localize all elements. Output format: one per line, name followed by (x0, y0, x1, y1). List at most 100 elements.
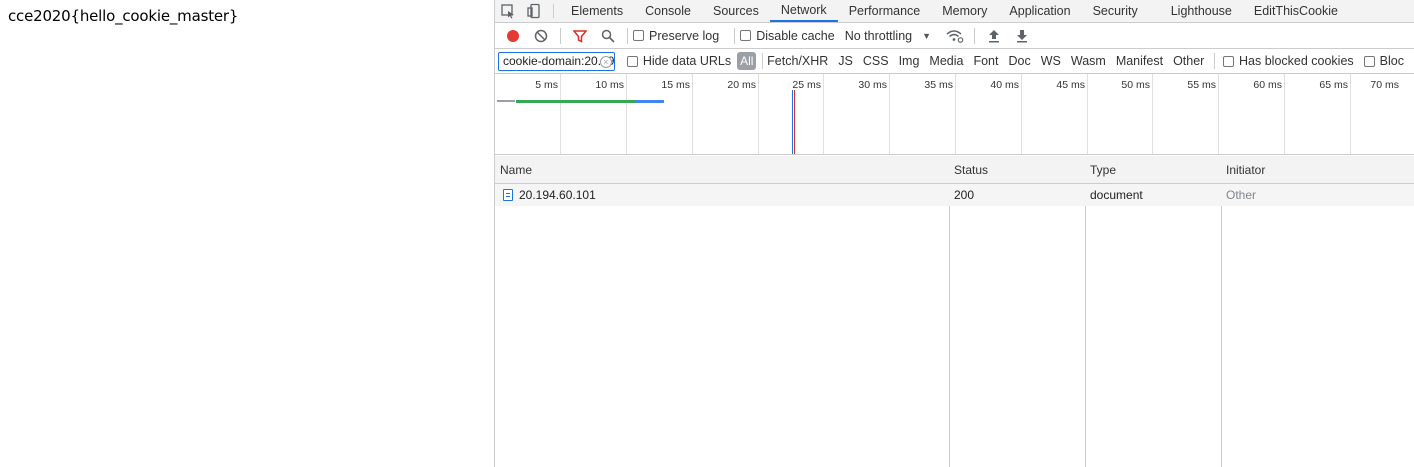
filter-type-manifest[interactable]: Manifest (1116, 54, 1163, 68)
tab-console[interactable]: Console (634, 0, 702, 22)
has-blocked-cookies-label: Has blocked cookies (1239, 54, 1354, 68)
filter-input-value: cookie-domain:20.194.60.101 (503, 54, 614, 68)
tab-editthiscookie[interactable]: EditThisCookie (1243, 0, 1349, 22)
timeline-tick-label: 45 ms (1056, 79, 1085, 91)
filter-toggle-button[interactable] (566, 25, 594, 47)
clear-icon (534, 29, 548, 42)
timeline-tick-label: 25 ms (792, 79, 821, 91)
filter-type-ws[interactable]: WS (1041, 54, 1061, 68)
tab-lighthouse[interactable]: Lighthouse (1160, 0, 1243, 22)
timeline-tick-label: 15 ms (661, 79, 690, 91)
filter-type-css[interactable]: CSS (863, 54, 889, 68)
filter-type-other[interactable]: Other (1173, 54, 1204, 68)
tab-sources[interactable]: Sources (702, 0, 770, 22)
filter-type-font[interactable]: Font (973, 54, 998, 68)
timeline-tick-label: 20 ms (727, 79, 756, 91)
timeline-tick-label: 35 ms (924, 79, 953, 91)
toolbar-separator (560, 27, 561, 44)
network-toolbar: Preserve log Disable cache No throttling… (495, 23, 1414, 49)
filter-input[interactable]: cookie-domain:20.194.60.101 × (498, 51, 615, 71)
flag-text: cce2020{hello_cookie_master} (8, 7, 239, 25)
devtools-panel: Elements Console Sources Network Perform… (494, 0, 1414, 467)
inspect-element-icon[interactable] (495, 0, 521, 22)
timeline-tick-label: 70 ms (1370, 79, 1399, 91)
disable-cache-label: Disable cache (756, 28, 835, 43)
column-header-initiator[interactable]: Initiator (1221, 156, 1265, 184)
tab-application[interactable]: Application (998, 0, 1081, 22)
preserve-log-label: Preserve log (649, 28, 720, 43)
toolbar-separator (734, 27, 736, 44)
has-blocked-cookies-checkbox[interactable]: Has blocked cookies (1223, 54, 1354, 68)
tab-network[interactable]: Network (769, 0, 838, 22)
import-har-button[interactable] (980, 25, 1008, 47)
timeline-dcl-marker (792, 90, 793, 154)
filter-type-fetch-xhr[interactable]: Fetch/XHR (767, 54, 828, 68)
checkbox-box[interactable] (1223, 55, 1235, 67)
tabbar-separator (553, 4, 554, 18)
request-initiator: Other (1226, 188, 1257, 202)
timeline-tick-label: 30 ms (858, 79, 887, 91)
column-header-status[interactable]: Status (949, 156, 988, 184)
filter-type-media[interactable]: Media (929, 54, 963, 68)
toolbar-separator (974, 27, 976, 44)
filter-type-doc[interactable]: Doc (1008, 54, 1030, 68)
timeline-bar-download (636, 100, 664, 103)
network-overview-timeline[interactable]: 5 ms 10 ms 15 ms 20 ms 25 ms 30 ms 35 ms… (495, 74, 1414, 155)
timeline-tick-label: 10 ms (595, 79, 624, 91)
download-icon (1017, 29, 1028, 42)
filter-type-js[interactable]: JS (838, 54, 853, 68)
wifi-settings-icon (946, 29, 964, 43)
devtools-tabbar: Elements Console Sources Network Perform… (495, 0, 1414, 23)
network-conditions-button[interactable] (941, 25, 969, 47)
search-icon (601, 29, 615, 43)
tab-memory[interactable]: Memory (931, 0, 998, 22)
timeline-tick-label: 55 ms (1187, 79, 1216, 91)
checkbox-box[interactable] (740, 30, 752, 41)
page-content: cce2020{hello_cookie_master} (0, 0, 494, 467)
checkbox-box[interactable] (626, 55, 638, 67)
tab-performance[interactable]: Performance (838, 0, 932, 22)
throttling-select[interactable]: No throttling (845, 29, 912, 43)
preserve-log-checkbox[interactable]: Preserve log (633, 29, 719, 43)
filter-icon (573, 29, 587, 43)
filter-separator (1214, 53, 1216, 69)
table-row[interactable]: 20.194.60.101 200 document Other (495, 184, 1414, 206)
document-icon (503, 189, 513, 201)
search-button[interactable] (594, 25, 622, 47)
timeline-bar-waiting (497, 100, 515, 102)
table-header: Name Status Type Initiator (495, 156, 1414, 184)
checkbox-box[interactable] (1363, 55, 1375, 67)
disable-cache-checkbox[interactable]: Disable cache (740, 29, 835, 43)
checkbox-box[interactable] (633, 30, 644, 41)
export-har-button[interactable] (1008, 25, 1036, 47)
upload-icon (989, 29, 1000, 42)
hide-data-urls-label: Hide data URLs (642, 54, 732, 68)
network-request-table: Name Status Type Initiator 20.194.60.101… (495, 156, 1414, 467)
toolbar-separator (627, 27, 628, 44)
clear-filter-icon[interactable]: × (599, 55, 612, 68)
tab-elements[interactable]: Elements (560, 0, 634, 22)
filter-type-img[interactable]: Img (899, 54, 920, 68)
tab-security[interactable]: Security (1082, 0, 1160, 22)
request-status: 200 (954, 188, 975, 202)
record-icon (507, 29, 519, 42)
timeline-tick-label: 40 ms (990, 79, 1019, 91)
column-header-name[interactable]: Name (495, 156, 532, 184)
timeline-bar-ttfb (516, 100, 636, 103)
timeline-tick-label: 50 ms (1121, 79, 1150, 91)
request-type: document (1090, 188, 1143, 202)
filter-type-all[interactable]: All (737, 52, 757, 70)
blocked-requests-label: Bloc (1379, 54, 1404, 68)
column-header-type[interactable]: Type (1085, 156, 1116, 184)
blocked-requests-checkbox[interactable]: Bloc (1363, 54, 1404, 68)
hide-data-urls-checkbox[interactable]: Hide data URLs (626, 54, 732, 68)
network-filterbar: cookie-domain:20.194.60.101 × Hide data … (495, 49, 1414, 74)
device-toolbar-icon[interactable] (521, 0, 547, 22)
timeline-tick-label: 60 ms (1253, 79, 1282, 91)
clear-button[interactable] (527, 25, 555, 47)
record-button[interactable] (499, 25, 527, 47)
chevron-down-icon[interactable]: ▼ (922, 31, 931, 41)
request-name[interactable]: 20.194.60.101 (519, 188, 596, 202)
filter-type-wasm[interactable]: Wasm (1071, 54, 1106, 68)
timeline-tick-label: 5 ms (535, 79, 558, 91)
